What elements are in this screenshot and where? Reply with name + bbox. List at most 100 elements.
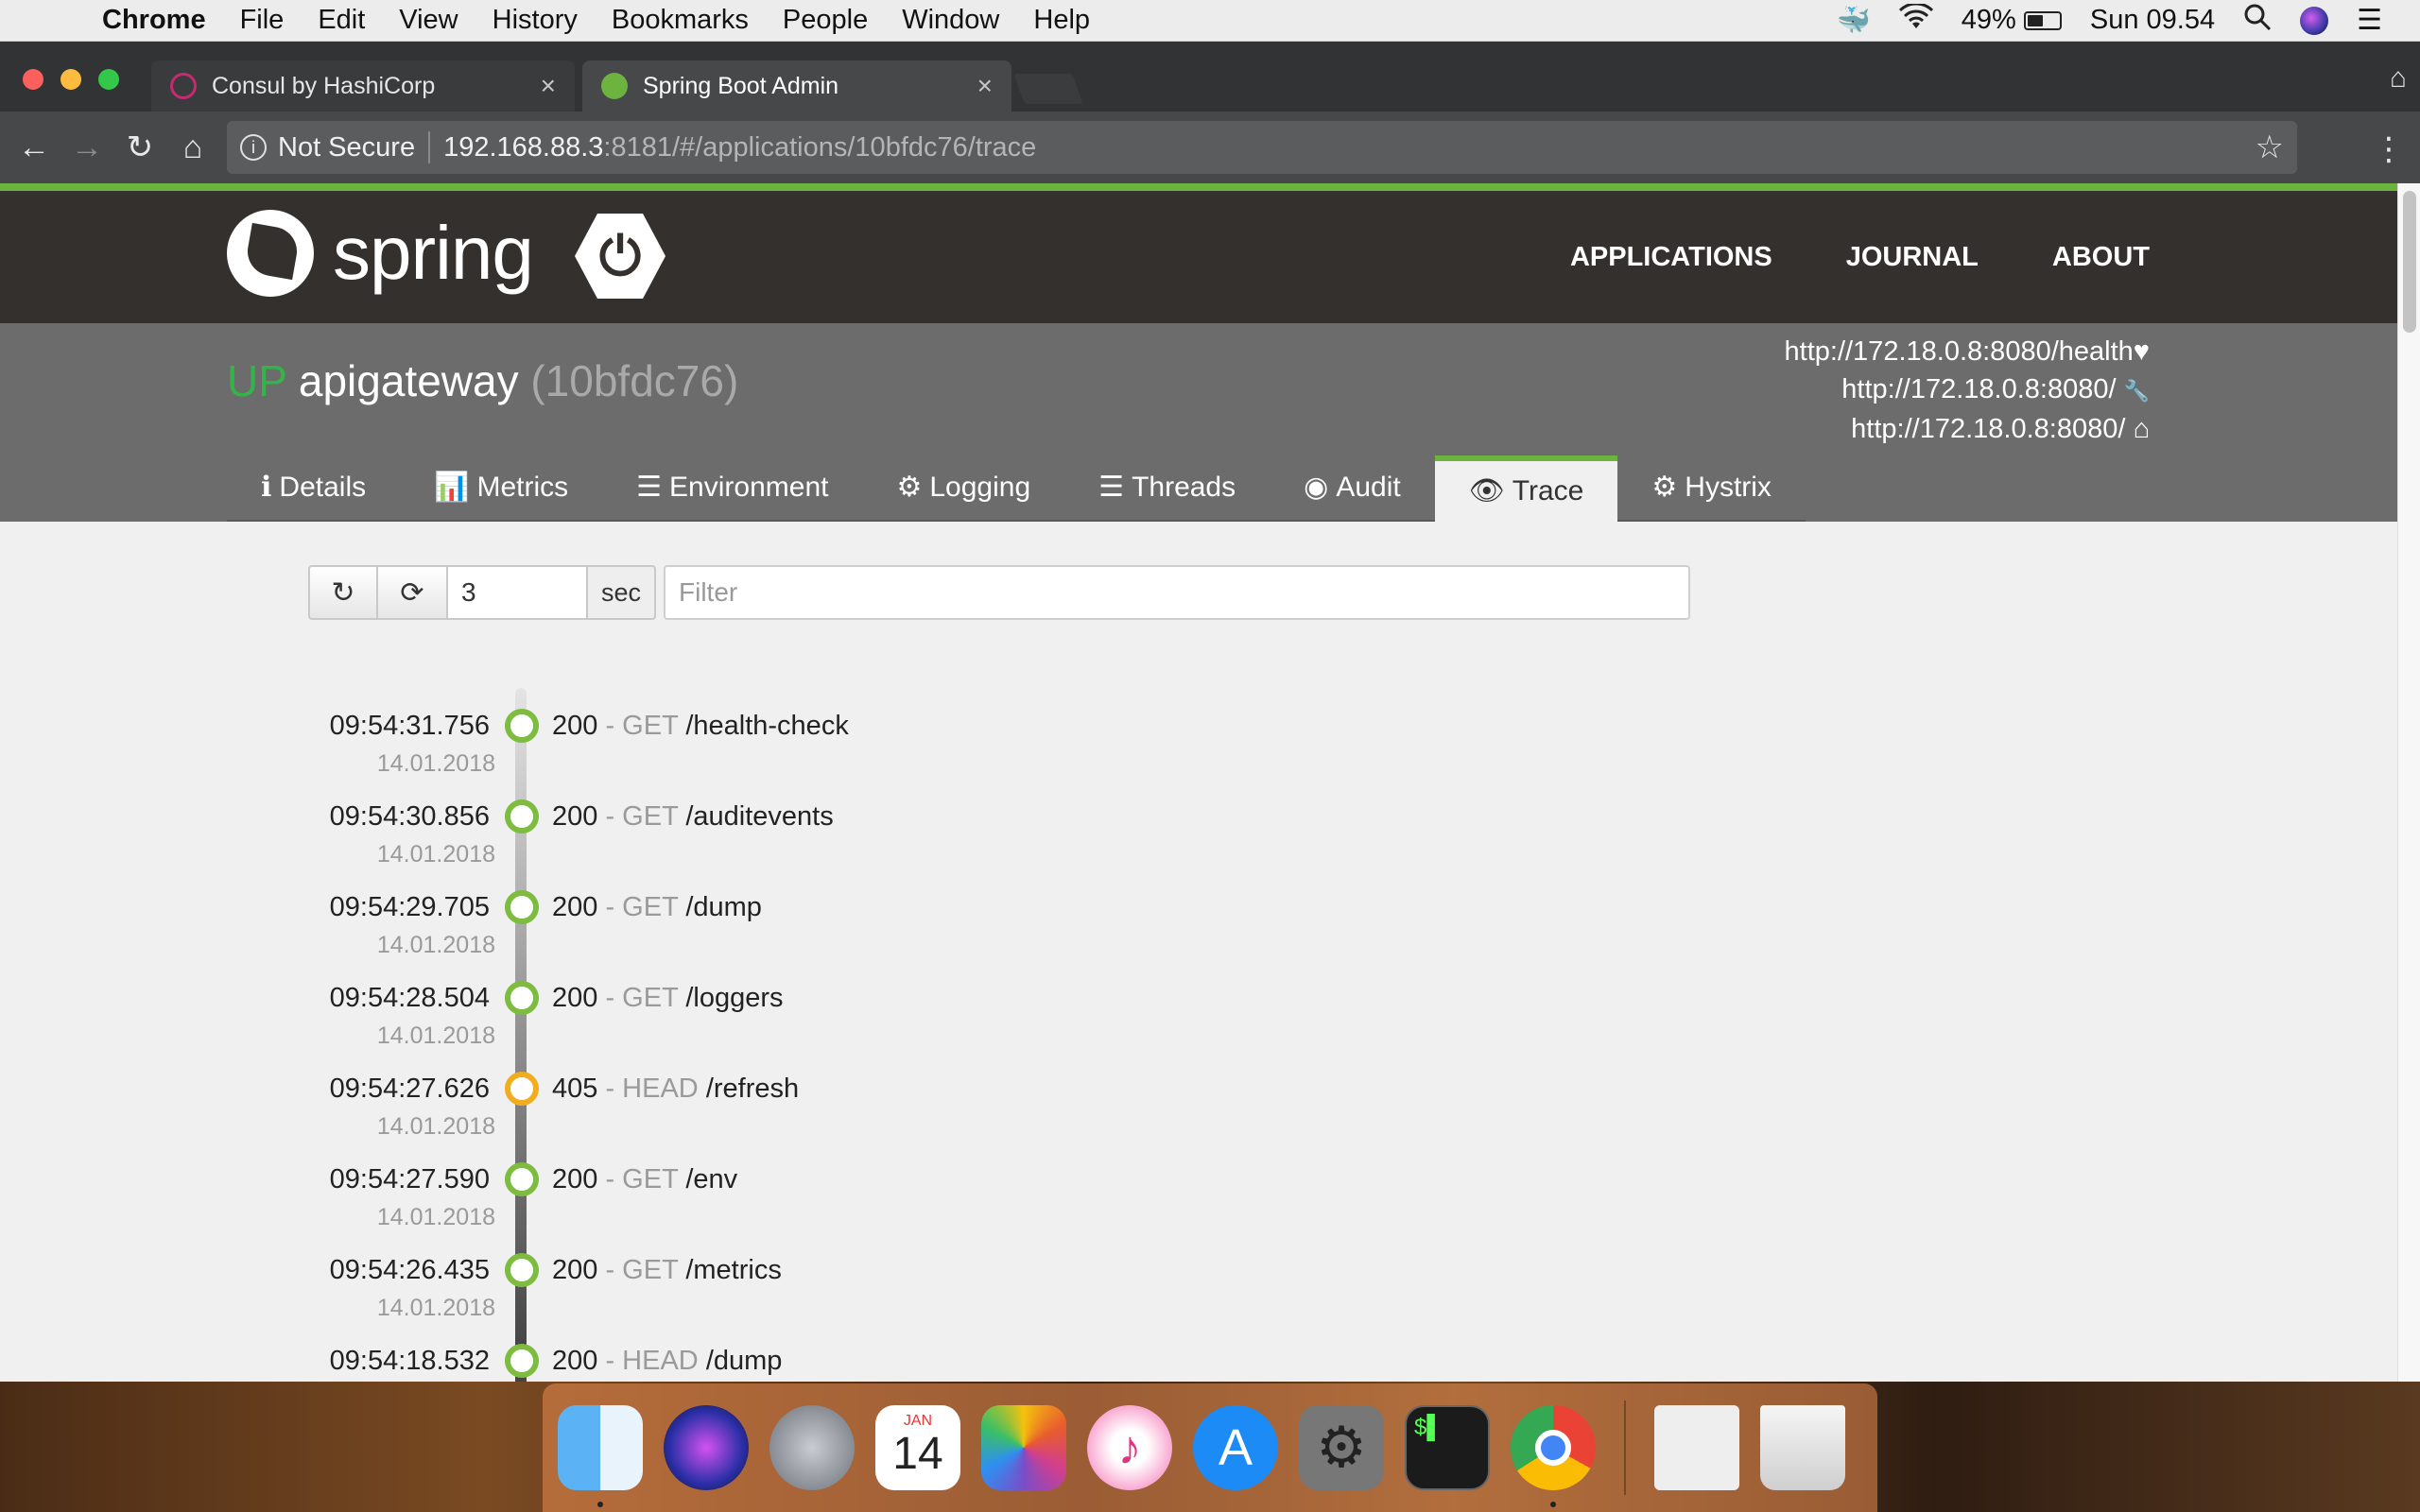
info-icon[interactable]: i xyxy=(240,134,267,161)
trace-status-dot xyxy=(505,1253,539,1287)
menu-bookmarks[interactable]: Bookmarks xyxy=(612,5,749,36)
bar-chart-icon: 📊 xyxy=(434,472,470,503)
trace-status-dot xyxy=(505,1162,539,1196)
trace-entry[interactable]: 09:54:26.435 14.01.2018 200 - GET /metrics xyxy=(0,1253,1891,1346)
nav-about[interactable]: ABOUT xyxy=(2052,242,2150,273)
bookmark-star-icon[interactable]: ☆ xyxy=(2256,129,2284,166)
tab-title: Consul by HashiCorp xyxy=(212,72,436,99)
docker-icon[interactable]: 🐳 xyxy=(1837,5,1871,37)
finder-icon[interactable] xyxy=(558,1405,643,1507)
application-id: (10bfdc76) xyxy=(530,356,739,405)
nav-journal[interactable]: JOURNAL xyxy=(1846,242,1979,273)
menu-edit[interactable]: Edit xyxy=(318,5,365,36)
management-url-link[interactable]: http://172.18.0.8:8080/ 🔧 xyxy=(1785,370,2150,410)
tab-metrics[interactable]: 📊 Metrics xyxy=(400,455,603,522)
calendar-icon[interactable]: JAN 14 xyxy=(875,1405,960,1490)
sba-header: spring ⏻ APPLICATIONS JOURNAL ABOUT xyxy=(0,183,2397,323)
back-button[interactable]: ← xyxy=(8,129,60,166)
management-url[interactable]: http://172.18.0.8:8080/ xyxy=(1841,374,2116,404)
menu-view[interactable]: View xyxy=(399,5,458,36)
home-button[interactable]: ⌂ xyxy=(166,129,219,166)
siri-icon[interactable] xyxy=(2300,6,2329,35)
tab-details[interactable]: ℹ Details xyxy=(227,455,401,522)
close-tab-icon[interactable]: × xyxy=(977,71,993,101)
wrench-icon: 🔧 xyxy=(2123,379,2150,403)
terminal-icon[interactable]: $▌ xyxy=(1405,1405,1490,1490)
trace-method: GET xyxy=(622,983,679,1013)
address-bar[interactable]: i Not Secure 192.168.88.3:8181/#/applica… xyxy=(227,121,2297,174)
trace-entry[interactable]: 09:54:30.856 14.01.2018 200 - GET /auditev… xyxy=(0,799,1891,892)
chrome-icon[interactable] xyxy=(1511,1405,1596,1507)
forward-button[interactable]: → xyxy=(60,129,113,166)
trace-time: 09:54:26.435 xyxy=(329,1255,490,1285)
interval-unit: sec xyxy=(588,565,656,620)
close-window-button[interactable] xyxy=(23,69,43,90)
battery-percent: 49% xyxy=(1961,5,2016,35)
itunes-icon[interactable]: ♪ xyxy=(1087,1405,1172,1490)
reload-button[interactable]: ↻ xyxy=(113,129,166,166)
battery-status[interactable]: 49% xyxy=(1962,5,2062,36)
tab-spring-boot-admin[interactable]: Spring Boot Admin × xyxy=(582,60,1011,112)
trace-entry[interactable]: 09:54:27.590 14.01.2018 200 - GET /env xyxy=(0,1162,1891,1255)
trace-entry[interactable]: 09:54:28.504 14.01.2018 200 - GET /loggers xyxy=(0,981,1891,1074)
notification-center-icon[interactable]: ☰ xyxy=(2357,4,2382,37)
tab-threads[interactable]: ☰ Threads xyxy=(1064,455,1270,522)
auto-refresh-toggle[interactable]: ⟳ xyxy=(378,565,448,620)
service-url-link[interactable]: http://172.18.0.8:8080/ ⌂ xyxy=(1785,410,2150,448)
tab-logging[interactable]: ⚙ Logging xyxy=(862,455,1065,522)
trash-icon[interactable] xyxy=(1760,1405,1845,1490)
clock[interactable]: Sun 09.54 xyxy=(2090,5,2215,36)
consul-favicon-icon xyxy=(170,73,197,99)
app-store-icon[interactable]: A xyxy=(1193,1405,1278,1490)
tab-audit[interactable]: ◉ Audit xyxy=(1270,455,1435,522)
system-preferences-icon[interactable]: ⚙ xyxy=(1299,1405,1384,1490)
wifi-icon[interactable] xyxy=(1898,1,1933,38)
menu-window[interactable]: Window xyxy=(902,5,999,36)
browser-menu-icon[interactable]: ⋮ xyxy=(2373,130,2405,168)
menu-app-name[interactable]: Chrome xyxy=(102,5,206,36)
info-icon: ℹ xyxy=(261,472,272,503)
tab-title: Spring Boot Admin xyxy=(643,72,839,99)
tab-hystrix[interactable]: ⚙ Hystrix xyxy=(1617,455,1806,522)
menu-people[interactable]: People xyxy=(783,5,868,36)
calendar-month: JAN xyxy=(903,1413,933,1429)
trace-entry[interactable]: 09:54:27.626 14.01.2018 405 - HEAD /refres… xyxy=(0,1072,1891,1164)
siri-icon[interactable] xyxy=(664,1405,749,1490)
trace-summary: 200 - HEAD /dump xyxy=(552,1346,782,1377)
service-url[interactable]: http://172.18.0.8:8080/ xyxy=(1851,414,2125,444)
page-scrollbar[interactable] xyxy=(2397,183,2420,1382)
close-tab-icon[interactable]: × xyxy=(541,71,556,101)
tab-trace[interactable]: 👁 Trace xyxy=(1434,455,1618,522)
application-urls: http://172.18.0.8:8080/health♥ http://17… xyxy=(1785,333,2150,448)
refresh-interval-input[interactable]: 3 xyxy=(448,565,588,620)
trace-time: 09:54:27.590 xyxy=(329,1164,490,1194)
trace-method-separator: - xyxy=(597,711,623,741)
minimize-window-button[interactable] xyxy=(60,69,81,90)
trace-path: /loggers xyxy=(685,983,784,1013)
health-url-link[interactable]: http://172.18.0.8:8080/health♥ xyxy=(1785,333,2150,370)
refresh-button[interactable]: ↻ xyxy=(308,565,378,620)
filter-input[interactable]: Filter xyxy=(664,565,1690,620)
health-url[interactable]: http://172.18.0.8:8080/health xyxy=(1785,336,2134,367)
home-icon: ⌂ xyxy=(2133,414,2150,444)
tab-consul[interactable]: Consul by HashiCorp × xyxy=(151,60,575,112)
spotlight-search-icon[interactable] xyxy=(2243,3,2272,39)
menu-file[interactable]: File xyxy=(240,5,285,36)
trace-date: 14.01.2018 xyxy=(376,750,495,777)
trace-entry[interactable]: 09:54:31.756 14.01.2018 200 - GET /health-… xyxy=(0,709,1891,801)
zoom-window-button[interactable] xyxy=(98,69,119,90)
preview-icon[interactable] xyxy=(1654,1405,1739,1490)
photos-icon[interactable] xyxy=(981,1405,1066,1490)
scrollbar-thumb[interactable] xyxy=(2403,191,2416,333)
security-label[interactable]: Not Secure xyxy=(278,132,415,163)
nav-applications[interactable]: APPLICATIONS xyxy=(1570,242,1772,273)
spring-logo[interactable]: spring xyxy=(227,210,534,297)
launchpad-icon[interactable] xyxy=(769,1405,855,1490)
new-tab-button[interactable] xyxy=(1013,74,1083,104)
menu-history[interactable]: History xyxy=(493,5,578,36)
trace-method-separator: - xyxy=(597,1074,623,1104)
tab-environment[interactable]: ☰ Environment xyxy=(602,455,863,522)
trace-entry[interactable]: 09:54:29.705 14.01.2018 200 - GET /dump xyxy=(0,890,1891,983)
tab-label: Trace xyxy=(1512,475,1584,507)
menu-help[interactable]: Help xyxy=(1033,5,1090,36)
